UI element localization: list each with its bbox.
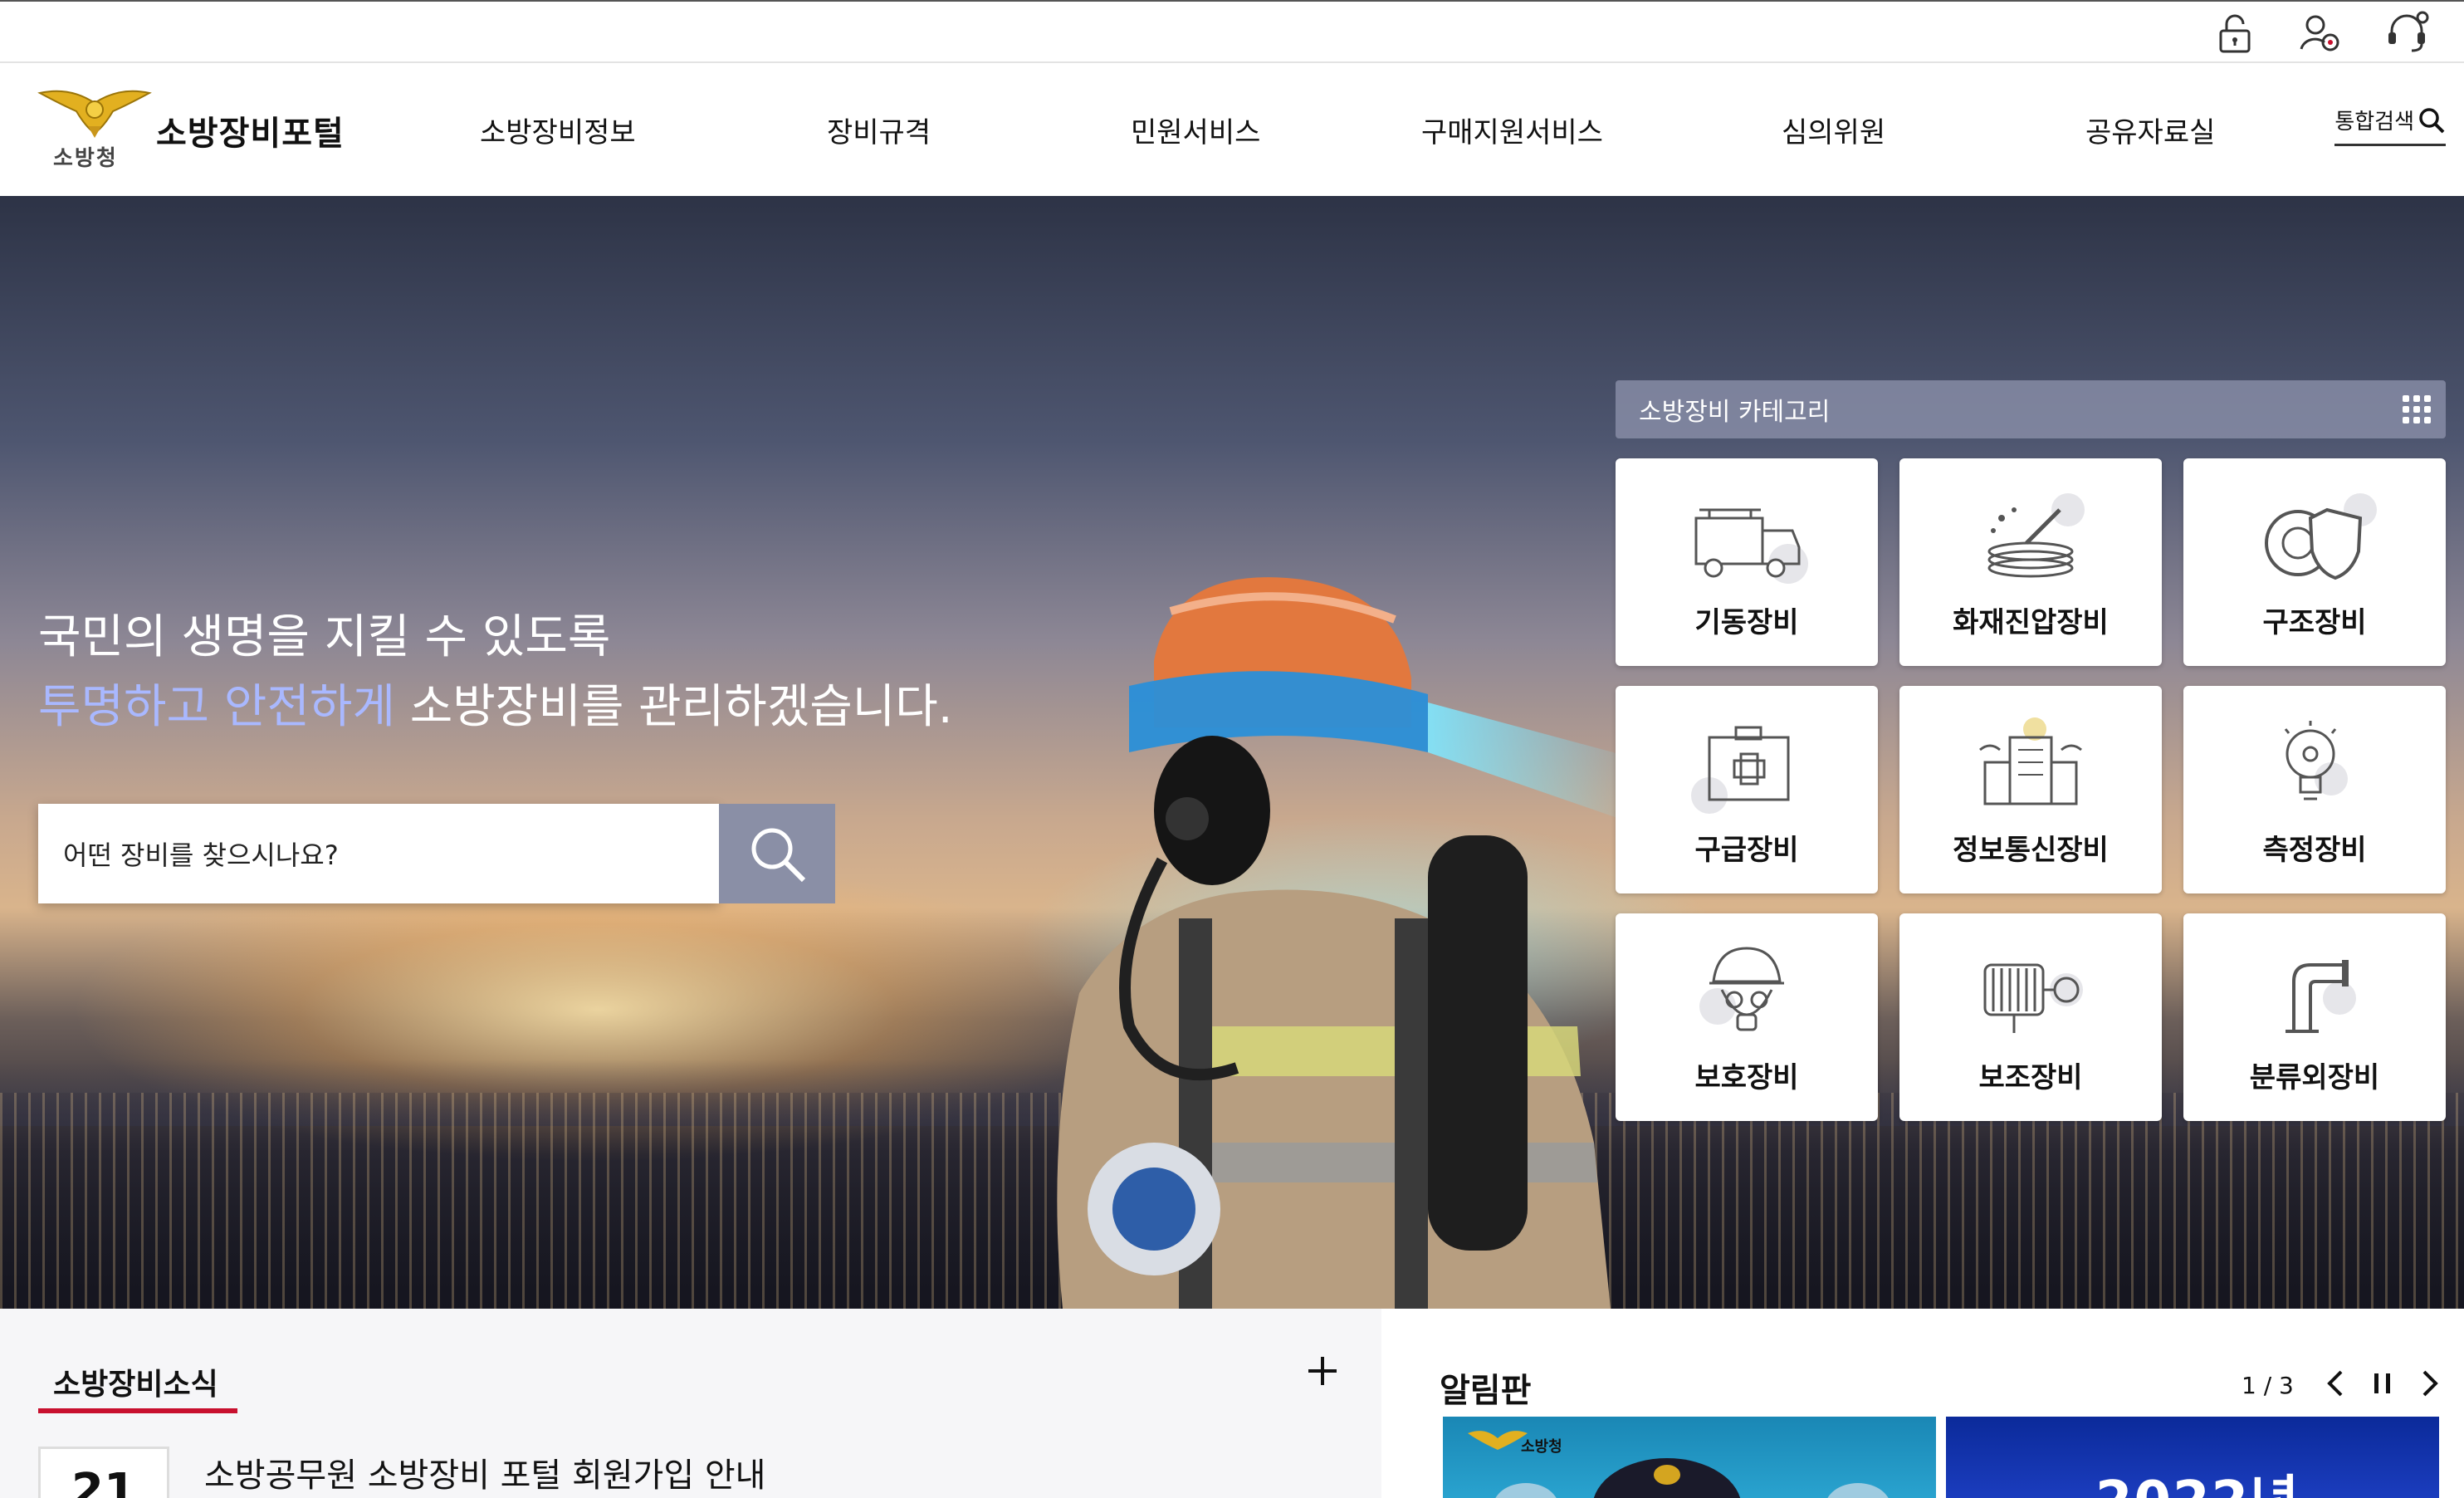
hero-slogan-rest: 소방장비를 관리하겠습니다. [394, 680, 953, 734]
category-label: 분류외장비 [2249, 1061, 2380, 1094]
more-news-button[interactable] [1302, 1350, 1343, 1392]
category-label: 기동장비 [1694, 606, 1799, 639]
menu-item-committee[interactable]: 심의위원 [1782, 110, 1885, 150]
unlock-icon[interactable] [2212, 10, 2258, 56]
category-label: 측정장비 [2262, 834, 2367, 867]
category-panel-header: 소방장비 카테고리 [1616, 380, 2446, 438]
news-item-title[interactable]: 소방공무원 소방장비 포털 회원가입 안내 [204, 1448, 765, 1496]
category-label: 보조장비 [1978, 1061, 2083, 1094]
category-label: 구조장비 [2262, 606, 2367, 639]
search-button[interactable] [719, 804, 835, 903]
news-section-title[interactable]: 소방장비소식 [53, 1360, 218, 1403]
notice-board-section: 알림판 1 / 3 소방청 2022년 [1381, 1309, 2464, 1498]
hero-slogan-line2: 투명하고 안전하게 소방장비를 관리하겠습니다. [38, 673, 953, 742]
hose-reel-icon [1983, 963, 2083, 1033]
category-tile-measurement[interactable]: 측정장비 [2183, 686, 2446, 893]
pause-icon [2374, 1373, 2390, 1393]
support-headset-icon[interactable] [2384, 10, 2431, 56]
slide-year-text: 2022년 [2095, 1458, 2300, 1498]
menu-bar: 소방장비정보 장비규격 민원서비스 구매지원서비스 심의위원 공유자료실 [0, 110, 2464, 151]
news-title-underline [38, 1408, 237, 1413]
category-tile-rescue[interactable]: 구조장비 [2183, 458, 2446, 666]
slide-logo-text: 소방청 [1521, 1438, 1562, 1456]
firefighter-image [1057, 577, 1644, 1309]
menu-item-shared-data[interactable]: 공유자료실 [2085, 110, 2215, 150]
board-title: 알림판 [1440, 1372, 1532, 1410]
news-date-day: 21 [38, 1447, 169, 1498]
plus-icon [1308, 1357, 1337, 1385]
integrated-search-link[interactable]: 통합검색 [2334, 105, 2446, 146]
hero-slogan-line1: 국민의 생명을 지킬 수 있도록 [38, 610, 611, 664]
fire-hose-icon [1987, 493, 2085, 578]
first-aid-kit-icon [1691, 726, 1790, 814]
chevron-left-icon [2327, 1370, 2343, 1397]
category-tile-communications[interactable]: 정보통신장비 [1899, 686, 2162, 893]
search-icon [751, 828, 806, 883]
category-tile-auxiliary[interactable]: 보조장비 [1899, 913, 2162, 1121]
category-label: 화재진압장비 [1953, 606, 2109, 639]
notice-slide-image-2[interactable]: 2022년 [1946, 1417, 2439, 1498]
category-tile-protective[interactable]: 보호장비 [1616, 913, 1878, 1121]
category-tile-unclassified[interactable]: 분류외장비 [2183, 913, 2446, 1121]
menu-item-equipment-info[interactable]: 소방장비정보 [480, 110, 636, 150]
grid-menu-icon[interactable] [2403, 395, 2431, 423]
utility-bar [0, 0, 2464, 63]
hero-banner: 국민의 생명을 지킬 수 있도록 투명하고 안전하게 소방장비를 관리하겠습니다… [0, 196, 2464, 1309]
user-settings-icon[interactable] [2298, 10, 2344, 56]
main-navigation: 소방청 소방장비포털 소방장비정보 장비규격 민원서비스 구매지원서비스 심의위… [0, 63, 2464, 196]
fire-truck-icon [1694, 508, 1808, 584]
category-panel-title: 소방장비 카테고리 [1639, 398, 1831, 427]
category-label: 보호장비 [1694, 1061, 1799, 1094]
chevron-right-icon [2422, 1370, 2438, 1397]
category-tile-first-aid[interactable]: 구급장비 [1616, 686, 1878, 893]
menu-item-purchase-support[interactable]: 구매지원서비스 [1421, 110, 1603, 150]
menu-item-civil-service[interactable]: 민원서비스 [1131, 110, 1260, 150]
category-label: 구급장비 [1694, 834, 1799, 867]
previous-slide-button[interactable] [2318, 1365, 2354, 1402]
hydrant-pipe-icon [2286, 960, 2356, 1033]
equipment-news-section: 소방장비소식 21 소방공무원 소방장비 포털 회원가입 안내 [0, 1309, 1381, 1498]
pause-slide-button[interactable] [2364, 1365, 2401, 1402]
category-tile-mobility[interactable]: 기동장비 [1616, 458, 1878, 666]
utility-icons [2212, 10, 2431, 56]
search-icon [2419, 107, 2445, 133]
lightbulb-gear-icon [2284, 721, 2348, 800]
menu-item-equipment-spec[interactable]: 장비규격 [827, 110, 931, 150]
equipment-search-input[interactable]: 어떤 장비를 찾으시나요? [38, 804, 719, 903]
hero-slogan-accent: 투명하고 안전하게 [38, 680, 395, 734]
lifebuoy-shield-icon [2265, 493, 2377, 580]
search-placeholder: 어떤 장비를 찾으시나요? [63, 840, 339, 871]
next-slide-button[interactable] [2411, 1365, 2447, 1402]
board-page-counter: 1 / 3 [2242, 1372, 2294, 1399]
integrated-search-label: 통합검색 [2334, 110, 2414, 135]
category-label: 정보통신장비 [1953, 834, 2109, 867]
building-wifi-icon [1979, 717, 2082, 805]
category-tile-fire-suppression[interactable]: 화재진압장비 [1899, 458, 2162, 666]
hero-slogan: 국민의 생명을 지킬 수 있도록 투명하고 안전하게 소방장비를 관리하겠습니다… [38, 603, 953, 742]
helmet-mask-icon [1699, 947, 1784, 1031]
notice-slide-image-1[interactable]: 소방청 [1443, 1417, 1936, 1498]
